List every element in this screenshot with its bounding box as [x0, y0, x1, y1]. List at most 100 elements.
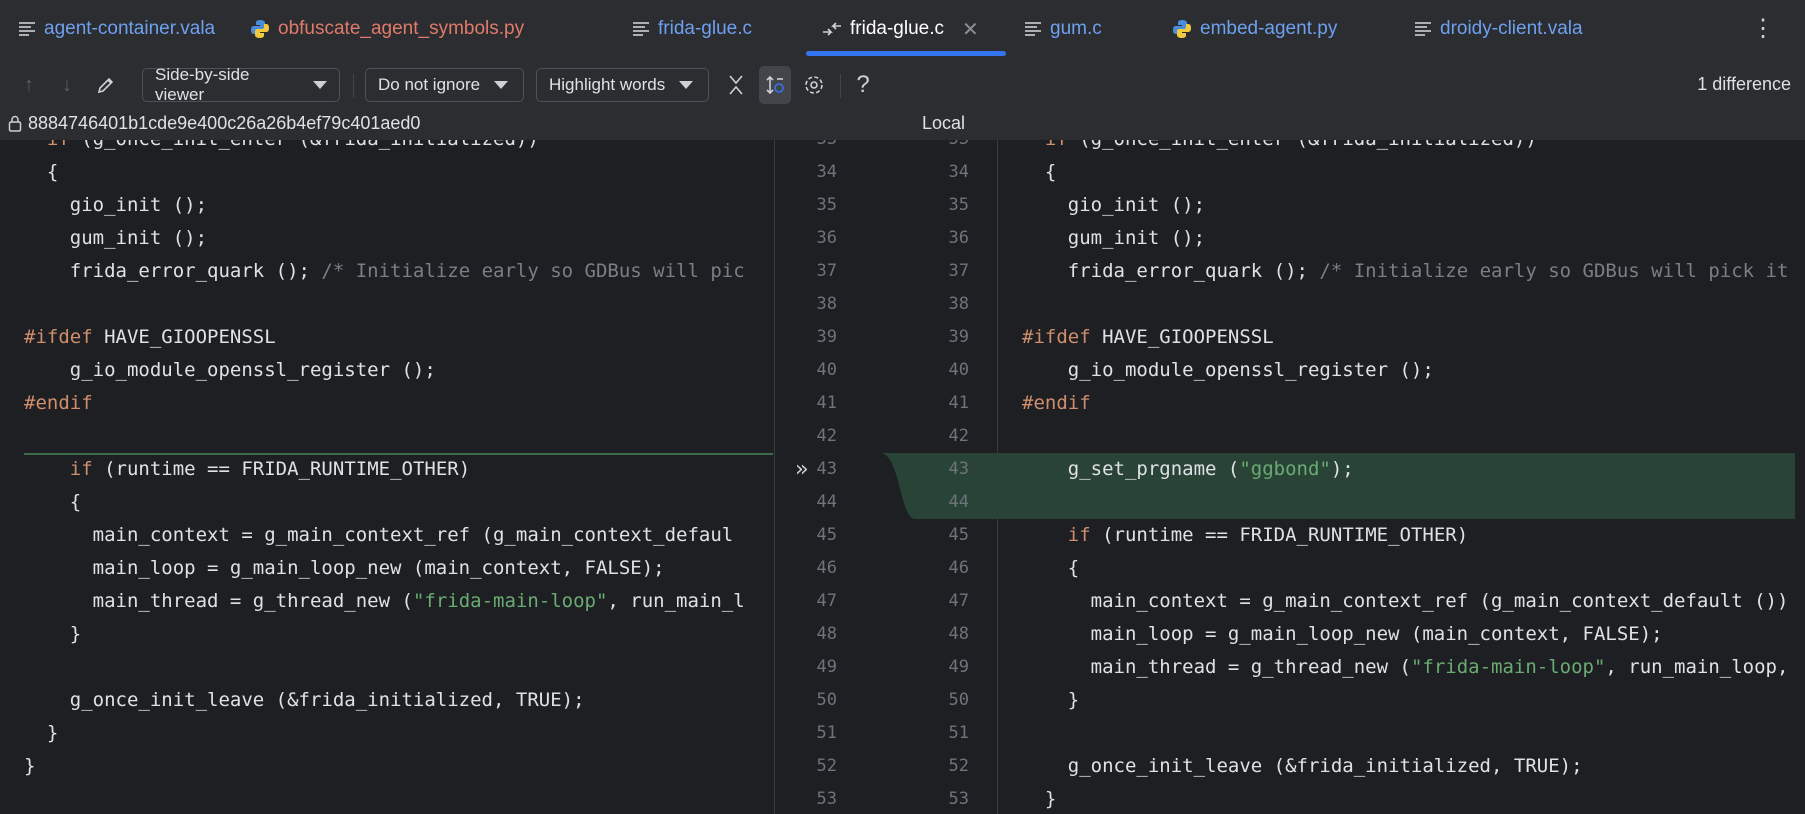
left-code-pane[interactable]: if (g_once_init_enter (&frida_initialize… — [0, 140, 773, 814]
code-line[interactable]: gio_init (); — [998, 189, 1795, 222]
code-line[interactable]: { — [0, 486, 773, 519]
code-line[interactable]: { — [998, 156, 1795, 189]
code-line[interactable]: main_thread = g_thread_new ("frida-main-… — [998, 651, 1795, 684]
code-line[interactable]: #endif — [0, 387, 773, 420]
python-icon — [1172, 19, 1192, 39]
code-text: gum_init (); — [24, 227, 208, 249]
tab-agent-container[interactable]: agent-container.vala — [18, 0, 215, 58]
help-icon[interactable]: ? — [848, 66, 878, 104]
code-line[interactable]: gum_init (); — [0, 222, 773, 255]
code-line[interactable]: } — [0, 750, 773, 783]
code-line[interactable]: if (g_once_init_enter (&frida_initialize… — [998, 140, 1795, 156]
tab-label: obfuscate_agent_symbols.py — [278, 18, 525, 39]
code-line[interactable]: main_context = g_main_context_ref (g_mai… — [0, 519, 773, 552]
edit-source-icon[interactable] — [91, 66, 121, 104]
tab-label: embed-agent.py — [1200, 18, 1338, 39]
tab-droidy-client[interactable]: droidy-client.vala — [1414, 0, 1583, 58]
code-text: { — [24, 161, 59, 183]
left-line-number: 52 — [816, 756, 837, 776]
left-line-number: 51 — [816, 723, 837, 743]
code-line[interactable]: if (runtime == FRIDA_RUNTIME_OTHER) — [998, 519, 1795, 552]
code-text: if (g_once_init_enter (&frida_initialize… — [1022, 140, 1537, 156]
right-line-number: 41 — [948, 393, 969, 413]
code-text: main_thread = g_thread_new ("frida-main-… — [1022, 656, 1789, 678]
right-line-number: 50 — [948, 690, 969, 710]
diff-toolbar: ↑ ↓ Side-by-side viewer Do not ignore Hi… — [0, 58, 1805, 112]
collapse-unchanged-icon[interactable] — [721, 66, 751, 104]
code-line[interactable]: main_loop = g_main_loop_new (main_contex… — [0, 552, 773, 585]
close-tab-icon[interactable]: ✕ — [962, 17, 979, 42]
code-text: } — [24, 623, 82, 645]
code-line[interactable]: g_io_module_openssl_register (); — [998, 354, 1795, 387]
previous-difference-icon[interactable]: ↑ — [14, 66, 44, 104]
code-line[interactable]: gum_init (); — [998, 222, 1795, 255]
code-text: main_loop = g_main_loop_new (main_contex… — [1022, 623, 1663, 645]
code-text: g_set_prgname ("ggbond"); — [1022, 458, 1354, 480]
ignore-mode-dropdown[interactable]: Do not ignore — [365, 68, 524, 102]
code-line[interactable]: g_once_init_leave (&frida_initialized, T… — [0, 684, 773, 717]
code-line[interactable]: main_loop = g_main_loop_new (main_contex… — [998, 618, 1795, 651]
code-text: frida_error_quark (); /* Initialize earl… — [24, 260, 745, 282]
tab-embed-agent[interactable]: embed-agent.py — [1172, 0, 1337, 58]
python-icon — [250, 19, 270, 39]
right-scrollbar[interactable] — [1795, 140, 1805, 814]
code-line[interactable]: { — [998, 552, 1795, 585]
code-line[interactable] — [0, 651, 773, 684]
code-line[interactable] — [998, 288, 1795, 321]
more-tabs-icon[interactable]: ⋮ — [1751, 14, 1775, 43]
code-line[interactable] — [0, 783, 773, 814]
code-line[interactable]: #ifdef HAVE_GIOOPENSSL — [998, 321, 1795, 354]
code-line[interactable]: } — [0, 618, 773, 651]
code-text: #ifdef HAVE_GIOOPENSSL — [24, 326, 276, 348]
left-line-number: 46 — [816, 558, 837, 578]
code-line[interactable]: main_context = g_main_context_ref (g_mai… — [998, 585, 1795, 618]
sync-scroll-icon[interactable] — [759, 66, 791, 104]
highlight-mode-dropdown[interactable]: Highlight words — [536, 68, 709, 102]
tab-frida-glue-file[interactable]: frida-glue.c — [632, 0, 752, 58]
code-text: g_once_init_leave (&frida_initialized, T… — [1022, 755, 1583, 777]
code-line[interactable]: g_once_init_leave (&frida_initialized, T… — [998, 750, 1795, 783]
code-line[interactable] — [998, 486, 1795, 519]
next-difference-icon[interactable]: ↓ — [52, 66, 82, 104]
code-line[interactable] — [998, 717, 1795, 750]
tab-label: agent-container.vala — [44, 18, 216, 39]
text-file-icon — [1414, 21, 1432, 37]
code-line[interactable]: g_io_module_openssl_register (); — [0, 354, 773, 387]
left-line-number: 38 — [816, 294, 837, 314]
right-code-pane[interactable]: if (g_once_init_enter (&frida_initialize… — [998, 140, 1795, 814]
code-line[interactable] — [0, 288, 773, 321]
code-text: { — [1022, 161, 1057, 183]
right-line-number: 42 — [948, 426, 969, 446]
code-line[interactable]: g_set_prgname ("ggbond"); — [998, 453, 1795, 486]
code-line[interactable]: main_thread = g_thread_new ("frida-main-… — [0, 585, 773, 618]
code-line[interactable]: if (g_once_init_enter (&frida_initialize… — [0, 140, 773, 156]
settings-gear-icon[interactable] — [799, 66, 829, 104]
code-line[interactable]: frida_error_quark (); /* Initialize earl… — [998, 255, 1795, 288]
text-file-icon — [1024, 21, 1042, 37]
code-line[interactable] — [0, 420, 773, 453]
diff-editor: if (g_once_init_enter (&frida_initialize… — [0, 140, 1805, 814]
viewer-mode-dropdown[interactable]: Side-by-side viewer — [142, 65, 340, 104]
code-line[interactable]: { — [0, 156, 773, 189]
right-line-number: 39 — [948, 327, 969, 347]
code-line[interactable]: #ifdef HAVE_GIOOPENSSL — [0, 321, 773, 354]
code-line[interactable]: frida_error_quark (); /* Initialize earl… — [0, 255, 773, 288]
right-line-number: 43 — [919, 453, 999, 486]
code-line[interactable] — [998, 420, 1795, 453]
apply-change-arrow-icon[interactable]: » — [795, 455, 808, 485]
code-line[interactable]: #endif — [998, 387, 1795, 420]
left-line-number: 33 — [787, 140, 837, 156]
highlight-mode-label: Highlight words — [549, 75, 666, 94]
tab-label: droidy-client.vala — [1440, 18, 1583, 39]
left-line-number: 45 — [816, 525, 837, 545]
tab-frida-glue-diff[interactable]: frida-glue.c ✕ — [806, 0, 1006, 58]
code-line[interactable]: } — [0, 717, 773, 750]
code-line[interactable]: } — [998, 783, 1795, 814]
code-line[interactable]: if (runtime == FRIDA_RUNTIME_OTHER) — [0, 453, 773, 486]
code-text: main_thread = g_thread_new ("frida-main-… — [24, 590, 745, 612]
code-line[interactable]: } — [998, 684, 1795, 717]
code-text: if (runtime == FRIDA_RUNTIME_OTHER) — [1067, 524, 1469, 546]
code-line[interactable]: gio_init (); — [0, 189, 773, 222]
tab-obfuscate-agent-symbols[interactable]: obfuscate_agent_symbols.py — [250, 0, 524, 58]
tab-gum-c[interactable]: gum.c — [1024, 0, 1102, 58]
